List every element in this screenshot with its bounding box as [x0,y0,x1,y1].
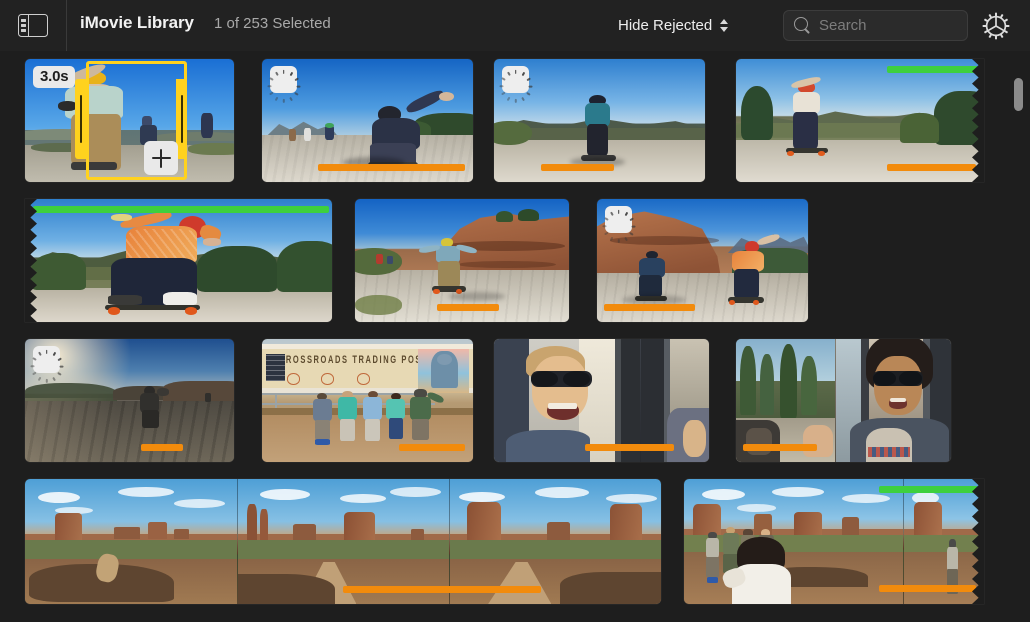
import-progress-bar [879,585,976,592]
toolbar: iMovie Library 1 of 253 Selected Hide Re… [0,0,1030,51]
clip-thumbnail[interactable]: 3.0s [25,59,234,182]
selection-status: 1 of 253 Selected [214,15,331,32]
hide-rejected-label: Hide Rejected [618,17,712,34]
chevron-up-down-icon [720,19,728,32]
search-icon [794,17,811,34]
import-progress-bar [604,304,695,311]
duration-badge: 3.0s [33,66,75,88]
clip-thumbnail[interactable] [25,199,332,322]
sidebar-toggle-button[interactable] [14,11,52,40]
import-progress-bar [541,164,614,171]
import-progress-bar [141,444,183,451]
clip-thumbnail[interactable]: CROSSROADS TRADING POST [262,339,473,462]
clip-thumbnail[interactable] [684,479,984,604]
import-progress-bar [743,444,817,451]
toolbar-divider [66,0,67,51]
analyzing-spinner-icon [605,206,632,233]
import-progress-bar [437,304,499,311]
import-progress-bar [585,444,674,451]
search-field[interactable] [783,10,968,41]
analyzing-spinner-icon [33,346,60,373]
trading-post-sign-text: CROSSROADS TRADING POST [279,353,428,366]
clip-browser[interactable]: 3.0s [0,51,1030,622]
page-title: iMovie Library [80,13,194,33]
selection-handle-left[interactable] [75,79,86,159]
favorite-marker [33,206,329,213]
clip-thumbnail[interactable] [262,59,473,182]
clip-thumbnail[interactable] [355,199,569,322]
clip-thumbnail[interactable] [494,339,709,462]
hide-rejected-popup-button[interactable]: Hide Rejected [618,11,728,40]
clip-thumbnail[interactable] [494,59,705,182]
add-to-project-button[interactable] [144,141,178,175]
clip-thumbnail[interactable] [736,59,984,182]
settings-button[interactable] [980,10,1012,42]
clip-thumbnail[interactable] [25,339,234,462]
favorite-marker [879,486,978,493]
analyzing-spinner-icon [502,66,529,93]
import-progress-bar [399,444,465,451]
import-progress-bar [343,586,541,593]
sidebar-toggle-icon [18,14,48,37]
analyzing-spinner-icon [270,66,297,93]
scrollbar-track[interactable] [1012,51,1027,622]
clip-thumbnail[interactable] [25,479,661,604]
clip-thumbnail[interactable] [736,339,951,462]
import-progress-bar [318,164,465,171]
import-progress-bar [887,164,976,171]
scrollbar-thumb[interactable] [1014,78,1023,111]
gear-icon [980,10,1012,42]
clip-thumbnail[interactable] [597,199,808,322]
favorite-marker [887,66,978,73]
